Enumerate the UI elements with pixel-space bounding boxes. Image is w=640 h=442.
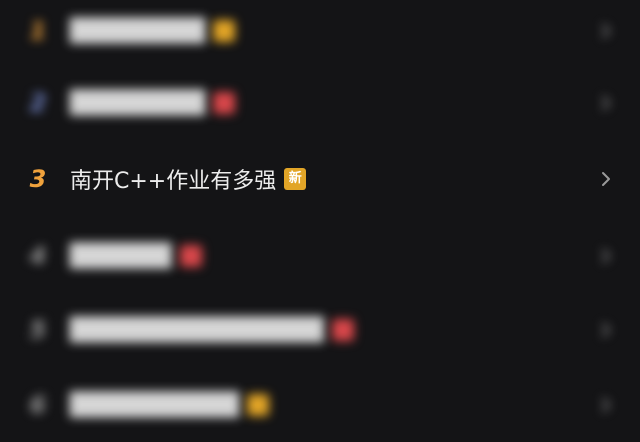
hot-list-title: ██████ [70, 243, 172, 269]
hot-badge-icon [213, 92, 236, 114]
hot-list-title-wrap: ██████ [70, 244, 202, 269]
hot-search-list: 1 ████████ 2 ████████ 3 南开C++作业有多强 新 4 █… [0, 0, 640, 430]
hot-list-item-3[interactable]: 3 南开C++作业有多强 新 [0, 142, 640, 216]
hot-list-item-1[interactable]: 1 ████████ [0, 0, 640, 68]
rank-number: 6 [29, 391, 47, 419]
hot-list-title: ████████ [70, 90, 206, 116]
chevron-right-icon [598, 167, 614, 191]
new-badge-icon [247, 394, 270, 416]
hot-list-title: ██████████ [70, 392, 240, 418]
rank-number: 2 [29, 89, 47, 117]
hot-list-item-5[interactable]: 5 ███████████████ [0, 293, 640, 367]
chevron-right-icon [598, 19, 614, 43]
hot-badge-icon [331, 319, 354, 341]
rank-number: 3 [29, 165, 47, 193]
hot-list-item-4[interactable]: 4 ██████ [0, 219, 640, 293]
hot-list-item-6[interactable]: 6 ██████████ [0, 368, 640, 442]
hot-list-title-wrap: ██████████ [70, 392, 270, 418]
chevron-right-icon [598, 91, 614, 115]
chevron-right-icon [598, 318, 614, 342]
hot-list-title-wrap: 南开C++作业有多强 新 [70, 163, 307, 195]
hot-list-title: 南开C++作业有多强 [70, 169, 277, 194]
new-badge-icon [213, 20, 236, 42]
hot-list-item-2[interactable]: 2 ████████ [0, 66, 640, 140]
hot-list-title: ████████ [70, 18, 206, 44]
rank-number: 4 [29, 242, 47, 270]
hot-list-title-wrap: ███████████████ [70, 318, 354, 343]
rank-number: 5 [29, 316, 47, 344]
hot-list-title: ███████████████ [70, 317, 324, 343]
chevron-right-icon [598, 393, 614, 417]
hot-list-title-wrap: ████████ [70, 18, 236, 44]
hot-list-title-wrap: ████████ [70, 90, 236, 116]
rank-number: 1 [29, 17, 47, 45]
new-badge-icon: 新 [284, 168, 307, 190]
chevron-right-icon [598, 244, 614, 268]
hot-badge-icon [179, 245, 202, 267]
